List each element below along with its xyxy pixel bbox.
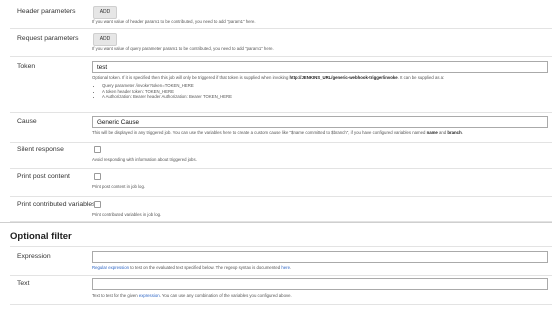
print-post-content-label: Print post content <box>17 173 70 180</box>
text-row: Text Text to test for the given expressi… <box>10 274 552 305</box>
header-parameters-add-button[interactable]: ADD <box>93 6 117 19</box>
request-parameters-row: Request parameters ADD If you want value… <box>10 28 552 57</box>
expression-row: Expression Regular expression to test on… <box>10 246 552 276</box>
request-parameters-add-button[interactable]: ADD <box>93 33 117 46</box>
token-help-list: Query parameter /invoke?token=TOKEN_HERE… <box>92 83 548 100</box>
cause-row: Cause Generic Cause This will be display… <box>10 112 552 143</box>
print-post-content-help: Print post content in job log. <box>92 184 146 189</box>
token-input[interactable]: test <box>92 61 548 73</box>
print-contributed-variables-row: Print contributed variables Print contri… <box>10 196 552 222</box>
cause-input[interactable]: Generic Cause <box>92 116 548 128</box>
section-divider <box>0 222 552 223</box>
print-contributed-variables-label: Print contributed variables <box>17 201 96 208</box>
header-parameters-help: If you want value of header param1 to be… <box>92 19 256 24</box>
request-parameters-label: Request parameters <box>17 35 79 42</box>
text-help: Text to test for the given expression. Y… <box>92 293 292 298</box>
optional-filter-heading: Optional filter <box>10 231 72 242</box>
token-row: Token test Optional token. If it is spec… <box>10 56 552 113</box>
expression-label: Expression <box>17 253 51 260</box>
header-parameters-row: Header parameters ADD If you want value … <box>10 0 552 29</box>
token-help: Optional token. If it is specified then … <box>92 75 445 80</box>
print-contributed-variables-help: Print contributed variables in job log. <box>92 212 162 217</box>
silent-response-label: Silent response <box>17 146 64 153</box>
text-label: Text <box>17 280 30 287</box>
silent-response-help: Avoid responding with information about … <box>92 157 197 162</box>
cause-help: This will be displayed in any triggered … <box>92 130 463 135</box>
print-post-content-row: Print post content Print post content in… <box>10 168 552 197</box>
header-parameters-label: Header parameters <box>17 8 76 15</box>
expression-link[interactable]: expression <box>139 293 160 298</box>
regular-expression-link[interactable]: Regular expression <box>92 265 129 270</box>
expression-help: Regular expression to test on the evalua… <box>92 265 292 270</box>
text-input[interactable] <box>92 278 548 290</box>
token-label: Token <box>17 63 36 70</box>
expression-input[interactable] <box>92 251 548 263</box>
print-post-content-checkbox[interactable] <box>94 173 101 180</box>
cause-label: Cause <box>17 118 37 125</box>
request-parameters-help: If you want value of query parameter par… <box>92 46 274 51</box>
silent-response-checkbox[interactable] <box>94 146 101 153</box>
silent-response-row: Silent response Avoid responding with in… <box>10 142 552 169</box>
print-contributed-variables-checkbox[interactable] <box>94 201 101 208</box>
regexp-syntax-link[interactable]: here <box>281 265 290 270</box>
token-help-item: A Authorization: Bearer header Authoriza… <box>102 94 548 100</box>
